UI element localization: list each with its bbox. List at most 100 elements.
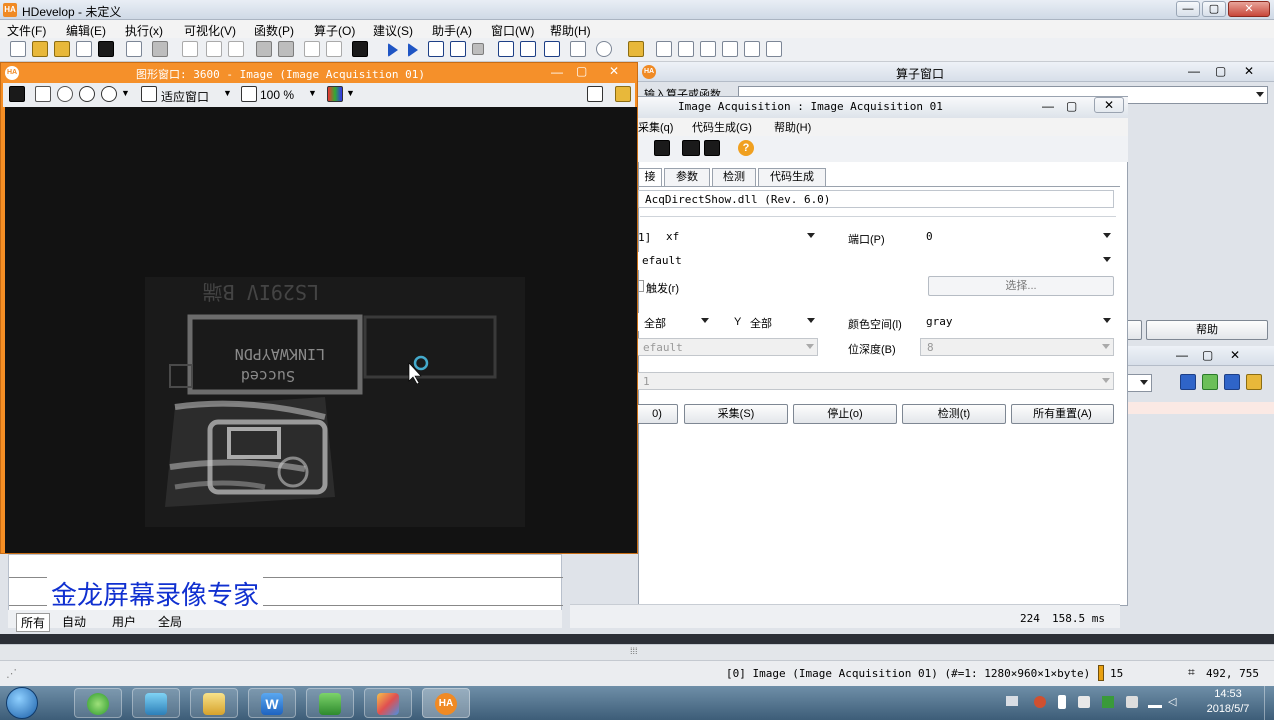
profiler-icon[interactable] (596, 41, 612, 57)
fit-window-label[interactable]: 适应窗口 (161, 88, 209, 105)
reset-all-button[interactable]: 所有重置(A) (1011, 404, 1114, 424)
var-minimize-button[interactable]: — (1176, 348, 1188, 362)
taskbar-camera[interactable] (132, 688, 180, 718)
op-close-button[interactable]: ✕ (1244, 64, 1254, 78)
acq-close-button[interactable]: ✕ (1094, 97, 1124, 113)
acq-minimize-button[interactable]: — (1042, 99, 1054, 113)
network-icon[interactable] (1148, 696, 1162, 708)
inspect-icon[interactable] (587, 86, 603, 102)
stop-button[interactable]: 停止(o) (793, 404, 897, 424)
color-icon[interactable] (327, 86, 343, 102)
run-icon[interactable] (388, 43, 398, 57)
settings-icon[interactable] (1246, 374, 1262, 390)
live-icon[interactable] (704, 140, 720, 156)
stop-icon[interactable] (472, 43, 484, 55)
minimize-button[interactable]: — (1176, 1, 1200, 17)
show-desktop-button[interactable] (1264, 686, 1274, 720)
undo-icon[interactable] (256, 41, 272, 57)
reset-icon[interactable] (544, 41, 560, 57)
open-recent-icon[interactable] (54, 41, 70, 57)
download-icon[interactable] (1202, 374, 1218, 390)
help-icon[interactable]: ? (738, 140, 754, 156)
var-maximize-button[interactable]: ▢ (1202, 348, 1213, 362)
step-out-icon[interactable] (520, 41, 536, 57)
color-space-select[interactable]: gray (920, 313, 1114, 331)
magnify-icon[interactable] (79, 86, 95, 102)
close-button[interactable]: ✕ (1228, 1, 1270, 17)
run-to-icon[interactable] (408, 43, 418, 57)
new-file-icon[interactable] (10, 41, 26, 57)
taskbar-paint[interactable] (364, 688, 412, 718)
taskbar-explorer[interactable] (190, 688, 238, 718)
menu-operators[interactable]: 算子(O) (314, 22, 355, 39)
comment-icon[interactable] (304, 41, 320, 57)
x-select[interactable]: 全部 (638, 313, 712, 331)
field-select[interactable]: efault (636, 338, 818, 356)
taskbar-wps-writer[interactable]: W (248, 688, 296, 718)
zoom-level[interactable]: 100 % (260, 88, 294, 102)
cut-icon[interactable] (182, 41, 198, 57)
settings-icon[interactable] (615, 86, 631, 102)
y-select[interactable]: 全部 (744, 313, 818, 331)
step-into-icon[interactable] (498, 41, 514, 57)
variables-dropdown[interactable] (1126, 374, 1152, 392)
image-canvas[interactable]: LINKWAYPDN Succed LS29IV B端 (5, 107, 637, 553)
snap-icon[interactable] (682, 140, 700, 156)
menu-suggestions[interactable]: 建议(S) (373, 22, 413, 39)
taskbar-office[interactable] (306, 688, 354, 718)
draw-icon[interactable] (9, 86, 25, 102)
op-minimize-button[interactable]: — (1188, 64, 1200, 78)
tab-codegen[interactable]: 代码生成 (758, 168, 826, 186)
save-as-icon[interactable] (98, 41, 114, 57)
check-icon[interactable] (1224, 374, 1240, 390)
menu-procedures[interactable]: 函数(P) (254, 22, 294, 39)
device-select[interactable]: xf (660, 228, 818, 246)
paste-icon[interactable] (228, 41, 244, 57)
acq-maximize-button[interactable]: ▢ (1066, 99, 1077, 113)
tray-app-icon[interactable] (1034, 696, 1046, 708)
connect-icon[interactable] (654, 140, 670, 156)
bluetooth-icon[interactable] (1058, 695, 1066, 709)
zoom-icon[interactable] (101, 86, 117, 102)
menu-help[interactable]: 帮助(H) (550, 22, 591, 39)
snap-button[interactable]: 采集(S) (684, 404, 788, 424)
menu-execute[interactable]: 执行(x) (125, 22, 163, 39)
menu-file[interactable]: 文件(F) (7, 22, 46, 39)
tab-connection[interactable]: 接 (638, 168, 662, 186)
step-back-icon[interactable] (450, 41, 466, 57)
open-file-icon[interactable] (32, 41, 48, 57)
port-select[interactable]: 0 (920, 228, 1114, 246)
select-button[interactable]: 选择... (928, 276, 1114, 296)
find-icon[interactable] (352, 41, 368, 57)
taskbar-halcon[interactable]: HA (422, 688, 470, 718)
gw-close-button[interactable]: ✕ (609, 64, 619, 78)
graphics-window-icon[interactable] (628, 41, 644, 57)
acq-menu-codegen[interactable]: 代码生成(G) (692, 119, 752, 135)
fit-window-icon[interactable] (141, 86, 157, 102)
histogram-icon[interactable] (700, 41, 716, 57)
copy-icon[interactable] (206, 41, 222, 57)
chevron-down-icon[interactable]: ▼ (346, 88, 355, 98)
variable-inspect-icon[interactable] (656, 41, 672, 57)
breakpoint-icon[interactable] (570, 41, 586, 57)
pan-hand-icon[interactable] (57, 86, 73, 102)
maximize-button[interactable]: ▢ (1202, 1, 1226, 17)
menu-assistants[interactable]: 助手(A) (432, 22, 472, 39)
menu-visualize[interactable]: 可视化(V) (184, 22, 236, 39)
camera-type-select[interactable]: efault (636, 252, 1114, 270)
tray-device-icon[interactable] (1126, 696, 1138, 708)
tab-all[interactable]: 所有 (16, 613, 51, 632)
feature-inspect-icon[interactable] (722, 41, 738, 57)
edit-icon[interactable] (1180, 374, 1196, 390)
line-select[interactable]: 1 (636, 372, 1114, 390)
pointer-icon[interactable] (35, 86, 51, 102)
step-over-icon[interactable] (428, 41, 444, 57)
acq-menu-help[interactable]: 帮助(H) (774, 119, 811, 135)
tray-security-icon[interactable] (1078, 696, 1090, 708)
tab-global[interactable]: 全局 (158, 613, 182, 630)
taskbar-browser[interactable] (74, 688, 122, 718)
trigger-checkbox[interactable] (638, 280, 644, 292)
tab-parameters[interactable]: 参数 (664, 168, 710, 186)
program-icon[interactable] (126, 41, 142, 57)
tab-inspect[interactable]: 检测 (712, 168, 756, 186)
